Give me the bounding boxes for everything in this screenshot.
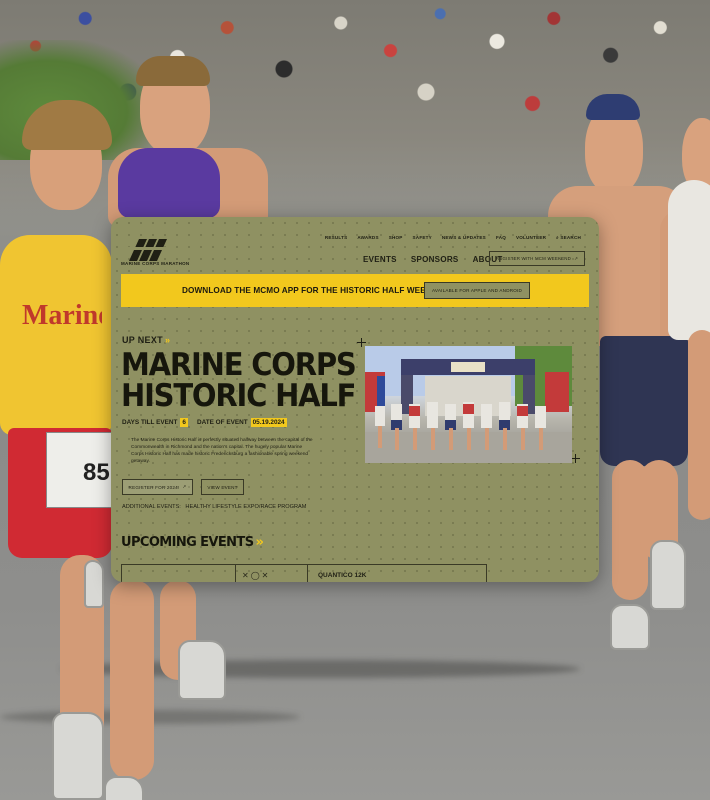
main-nav: EVENTS SPONSORS ABOUT [363,255,503,264]
expo-program-link[interactable]: HEALTHY LIFESTYLE EXPO/RACE PROGRAM [185,504,306,510]
nav-events[interactable]: EVENTS [363,255,397,264]
additional-events-label: ADDITIONAL EVENTS: [122,504,181,510]
nav-shop[interactable]: SHOP [389,235,403,240]
date-value: 05.19.2024 [250,418,287,427]
chevron-right-icon: » [255,535,264,550]
utility-nav: RESULTS AWARDS SHOP SAFETY NEWS & UPDATE… [325,235,581,240]
logo-label: MARINE CORPS MARATHON [121,261,190,266]
nav-results[interactable]: RESULTS [325,235,348,240]
upcoming-event-card-label[interactable]: QUANTICO 12K [318,572,366,579]
search-label: SEARCH [560,235,581,240]
card-divider [307,565,308,582]
register-mcm-weekend-button[interactable]: REGISTER WITH MCM WEEKEND ↗ [489,251,585,266]
event-description: The Marine Corps Historic Half is perfec… [131,438,313,464]
corner-crosshair-icon [571,454,580,463]
chevron-right-icon: » [164,335,170,345]
additional-events: ADDITIONAL EVENTS: HEALTHY LIFESTYLE EXP… [122,504,309,510]
view-event-button[interactable]: VIEW EVENT [201,479,244,495]
external-link-icon: ↗ [574,255,578,261]
app-download-banner: DOWNLOAD THE MCMO APP FOR THE HISTORIC H… [121,274,589,307]
event-photo-frame [357,338,580,463]
website-panel: MARINE CORPS MARATHON RESULTS AWARDS SHO… [111,217,599,582]
card-divider [235,565,236,582]
banner-text: DOWNLOAD THE MCMO APP FOR THE HISTORIC H… [182,286,453,295]
nav-sponsors[interactable]: SPONSORS [411,255,459,264]
register-2024-label: REGISTER FOR 2024! [128,484,180,490]
nav-awards[interactable]: AWARDS [357,235,378,240]
nav-safety[interactable]: SAFETY [413,235,432,240]
event-title: MARINE CORPS HISTORIC HALF [121,345,357,414]
nav-news-updates[interactable]: NEWS & UPDATES [442,235,486,240]
up-next-text: UP NEXT [122,335,163,345]
up-next-label: UP NEXT » [122,335,170,345]
event-title-line1: MARINE CORPS [121,345,357,383]
upcoming-events-text: UPCOMING EVENTS [121,535,254,550]
register-2024-button[interactable]: REGISTER FOR 2024! ↗ [122,479,193,495]
event-meta: DAYS TILL EVENT 6 DATE OF EVENT 05.19.20… [122,418,287,427]
nav-volunteer[interactable]: VOLUNTEER [516,235,546,240]
site-header: MARINE CORPS MARATHON RESULTS AWARDS SHO… [111,217,599,273]
external-link-icon: ↗ [182,484,187,489]
event-title-line2: HISTORIC HALF [121,377,356,414]
nav-faq[interactable]: FAQ [496,235,506,240]
register-mcm-label: REGISTER WITH MCM WEEKEND [496,256,572,261]
event-logo-icon: ✕◯✕ [242,571,271,580]
search-icon: ⌕ [556,235,559,240]
app-store-button[interactable]: AVAILABLE FOR APPLE AND ANDROID [424,282,530,299]
days-label: DAYS TILL EVENT [122,419,178,426]
upcoming-events-cards: ✕◯✕ QUANTICO 12K [121,564,487,582]
nav-search[interactable]: ⌕ SEARCH [556,235,581,240]
days-value: 6 [180,418,188,427]
date-label: DATE OF EVENT [196,419,248,426]
event-photo [365,346,572,463]
upcoming-events-heading: UPCOMING EVENTS » [121,535,264,550]
